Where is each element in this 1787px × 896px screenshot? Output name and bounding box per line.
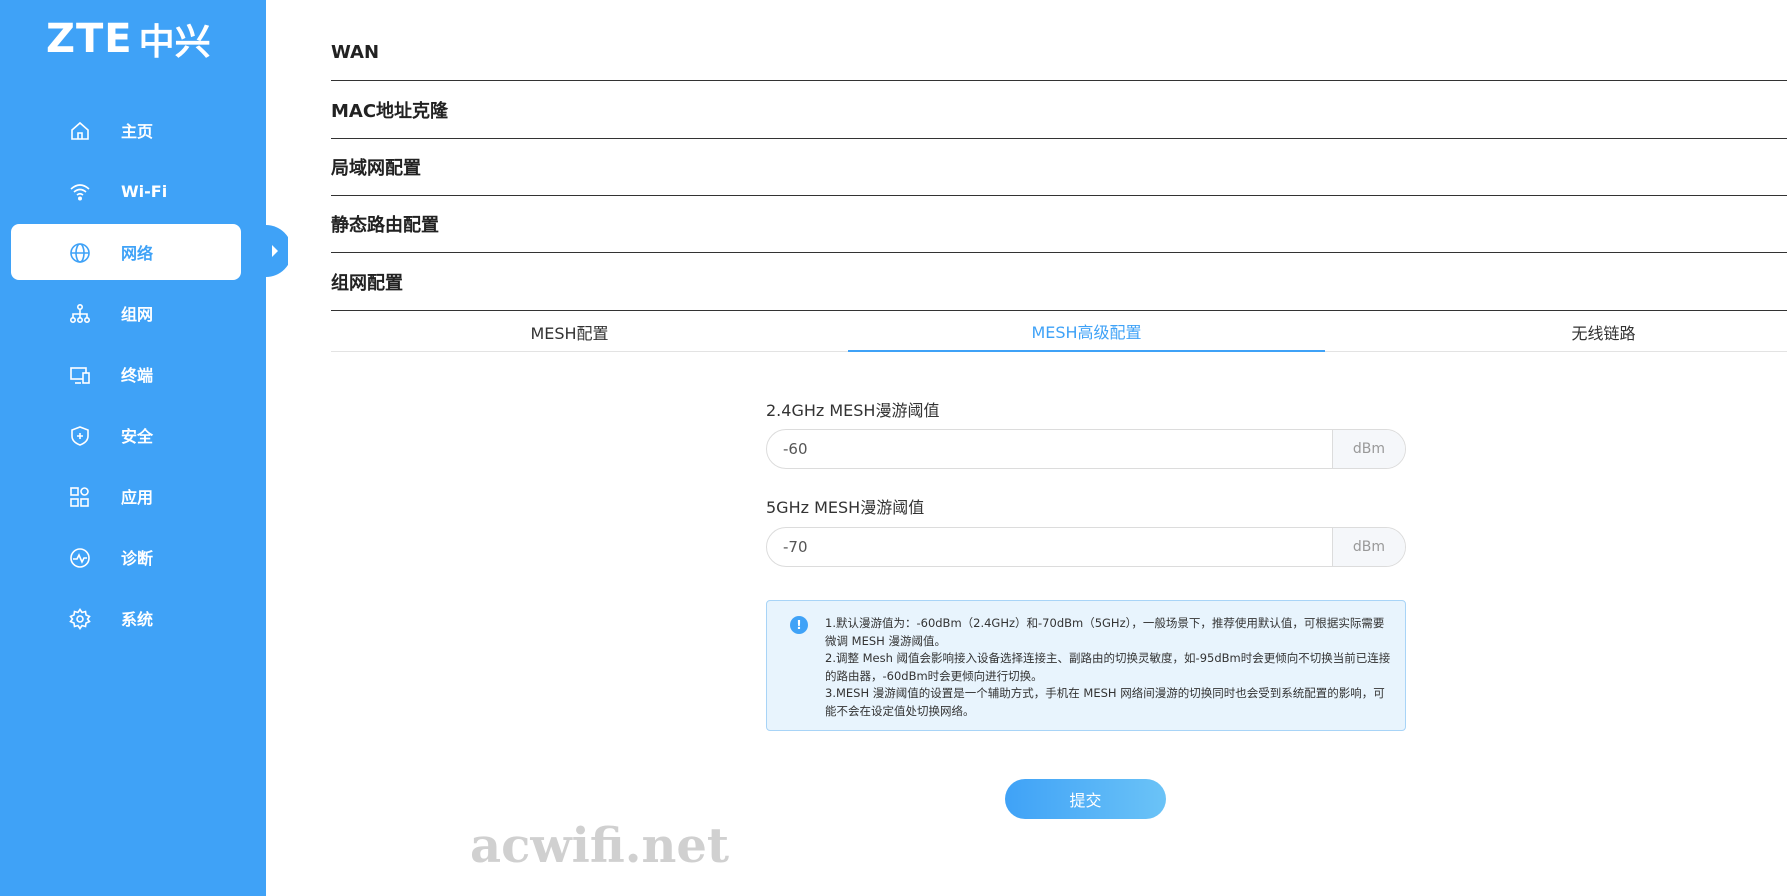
submit-button[interactable]: 提交 xyxy=(1005,779,1166,819)
section-static-route[interactable]: 静态路由配置 xyxy=(331,196,1787,253)
sidebar-item-network[interactable]: 网络 xyxy=(11,224,241,280)
apps-icon xyxy=(70,487,89,507)
roaming-threshold-24-field: dBm xyxy=(766,429,1406,469)
section-title: MAC地址克隆 xyxy=(331,101,449,122)
roaming-threshold-5-field: dBm xyxy=(766,527,1406,567)
diagnostics-icon xyxy=(70,548,90,568)
roaming-threshold-24-input[interactable] xyxy=(767,430,1334,468)
sidebar-item-label: 终端 xyxy=(121,366,154,385)
sidebar-item-label: 组网 xyxy=(121,305,154,324)
sidebar-item-security[interactable]: 安全 xyxy=(11,407,241,463)
section-title: 静态路由配置 xyxy=(331,215,439,236)
sidebar-item-label: 网络 xyxy=(121,244,154,263)
notice-line-3: 3.MESH 漫游阈值的设置是一个辅助方式，手机在 MESH 网络间漫游的切换同… xyxy=(825,686,1385,718)
section-lan-config[interactable]: 局域网配置 xyxy=(331,139,1787,196)
sidebar-item-devices[interactable]: 终端 xyxy=(11,346,241,402)
sidebar-item-system[interactable]: 系统 xyxy=(11,590,241,646)
section-mesh-config[interactable]: 组网配置 xyxy=(331,254,1787,311)
roaming-threshold-5-input[interactable] xyxy=(767,528,1334,566)
mesh-tabs: MESH配置 MESH高级配置 无线链路 xyxy=(331,312,1787,352)
sidebar-item-apps[interactable]: 应用 xyxy=(11,468,241,524)
unit-label: dBm xyxy=(1332,430,1405,468)
devices-icon xyxy=(70,367,90,384)
notice-text: 1.默认漫游值为：-60dBm（2.4GHz）和-70dBm（5GHz），一般场… xyxy=(825,615,1391,720)
tab-wireless-link[interactable]: 无线链路 xyxy=(1365,312,1787,352)
sidebar: ZTE 中兴 主页 Wi-Fi 网络 组网 终端 安全 应用 诊断 系统 xyxy=(0,0,266,896)
section-wan[interactable]: WAN xyxy=(331,24,1787,81)
section-title: 局域网配置 xyxy=(331,158,421,179)
section-title: WAN xyxy=(331,41,380,63)
sidebar-item-mesh[interactable]: 组网 xyxy=(11,285,241,341)
sidebar-item-home[interactable]: 主页 xyxy=(11,102,241,158)
zte-logo[interactable]: ZTE 中兴 xyxy=(46,14,211,64)
logo-text: ZTE xyxy=(46,16,133,62)
sidebar-item-label: 系统 xyxy=(121,610,154,629)
section-title: 组网配置 xyxy=(331,273,403,294)
globe-icon xyxy=(70,243,90,263)
active-indicator-arrow xyxy=(266,225,288,277)
sidebar-item-label: 应用 xyxy=(121,488,154,507)
sidebar-item-diagnostics[interactable]: 诊断 xyxy=(11,529,241,585)
sidebar-item-label: 诊断 xyxy=(121,549,154,568)
notice-line-2: 2.调整 Mesh 阈值会影响接入设备选择连接主、副路由的切换灵敏度，如-95d… xyxy=(825,651,1391,683)
watermark: acwifi.net xyxy=(470,818,730,874)
info-notice: ! 1.默认漫游值为：-60dBm（2.4GHz）和-70dBm（5GHz），一… xyxy=(766,600,1406,731)
logo-cn-text: 中兴 xyxy=(138,22,211,63)
home-icon xyxy=(71,121,89,140)
wifi-icon xyxy=(70,184,90,201)
gear-icon xyxy=(69,608,91,630)
network-tree-icon xyxy=(69,303,91,324)
info-icon: ! xyxy=(790,616,808,634)
shield-icon xyxy=(71,426,89,446)
tab-mesh-config[interactable]: MESH配置 xyxy=(331,312,808,352)
section-mac-clone[interactable]: MAC地址克隆 xyxy=(331,82,1787,139)
sidebar-item-label: Wi-Fi xyxy=(121,181,168,201)
sidebar-item-label: 主页 xyxy=(121,122,154,141)
roaming-threshold-24-label: 2.4GHz MESH漫游阈值 xyxy=(766,401,940,420)
sidebar-item-label: 安全 xyxy=(121,427,154,446)
sidebar-item-wifi[interactable]: Wi-Fi xyxy=(11,163,241,219)
tab-mesh-advanced[interactable]: MESH高级配置 xyxy=(848,312,1325,352)
notice-line-1: 1.默认漫游值为：-60dBm（2.4GHz）和-70dBm（5GHz），一般场… xyxy=(825,616,1385,648)
unit-label: dBm xyxy=(1332,528,1405,566)
roaming-threshold-5-label: 5GHz MESH漫游阈值 xyxy=(766,498,925,517)
